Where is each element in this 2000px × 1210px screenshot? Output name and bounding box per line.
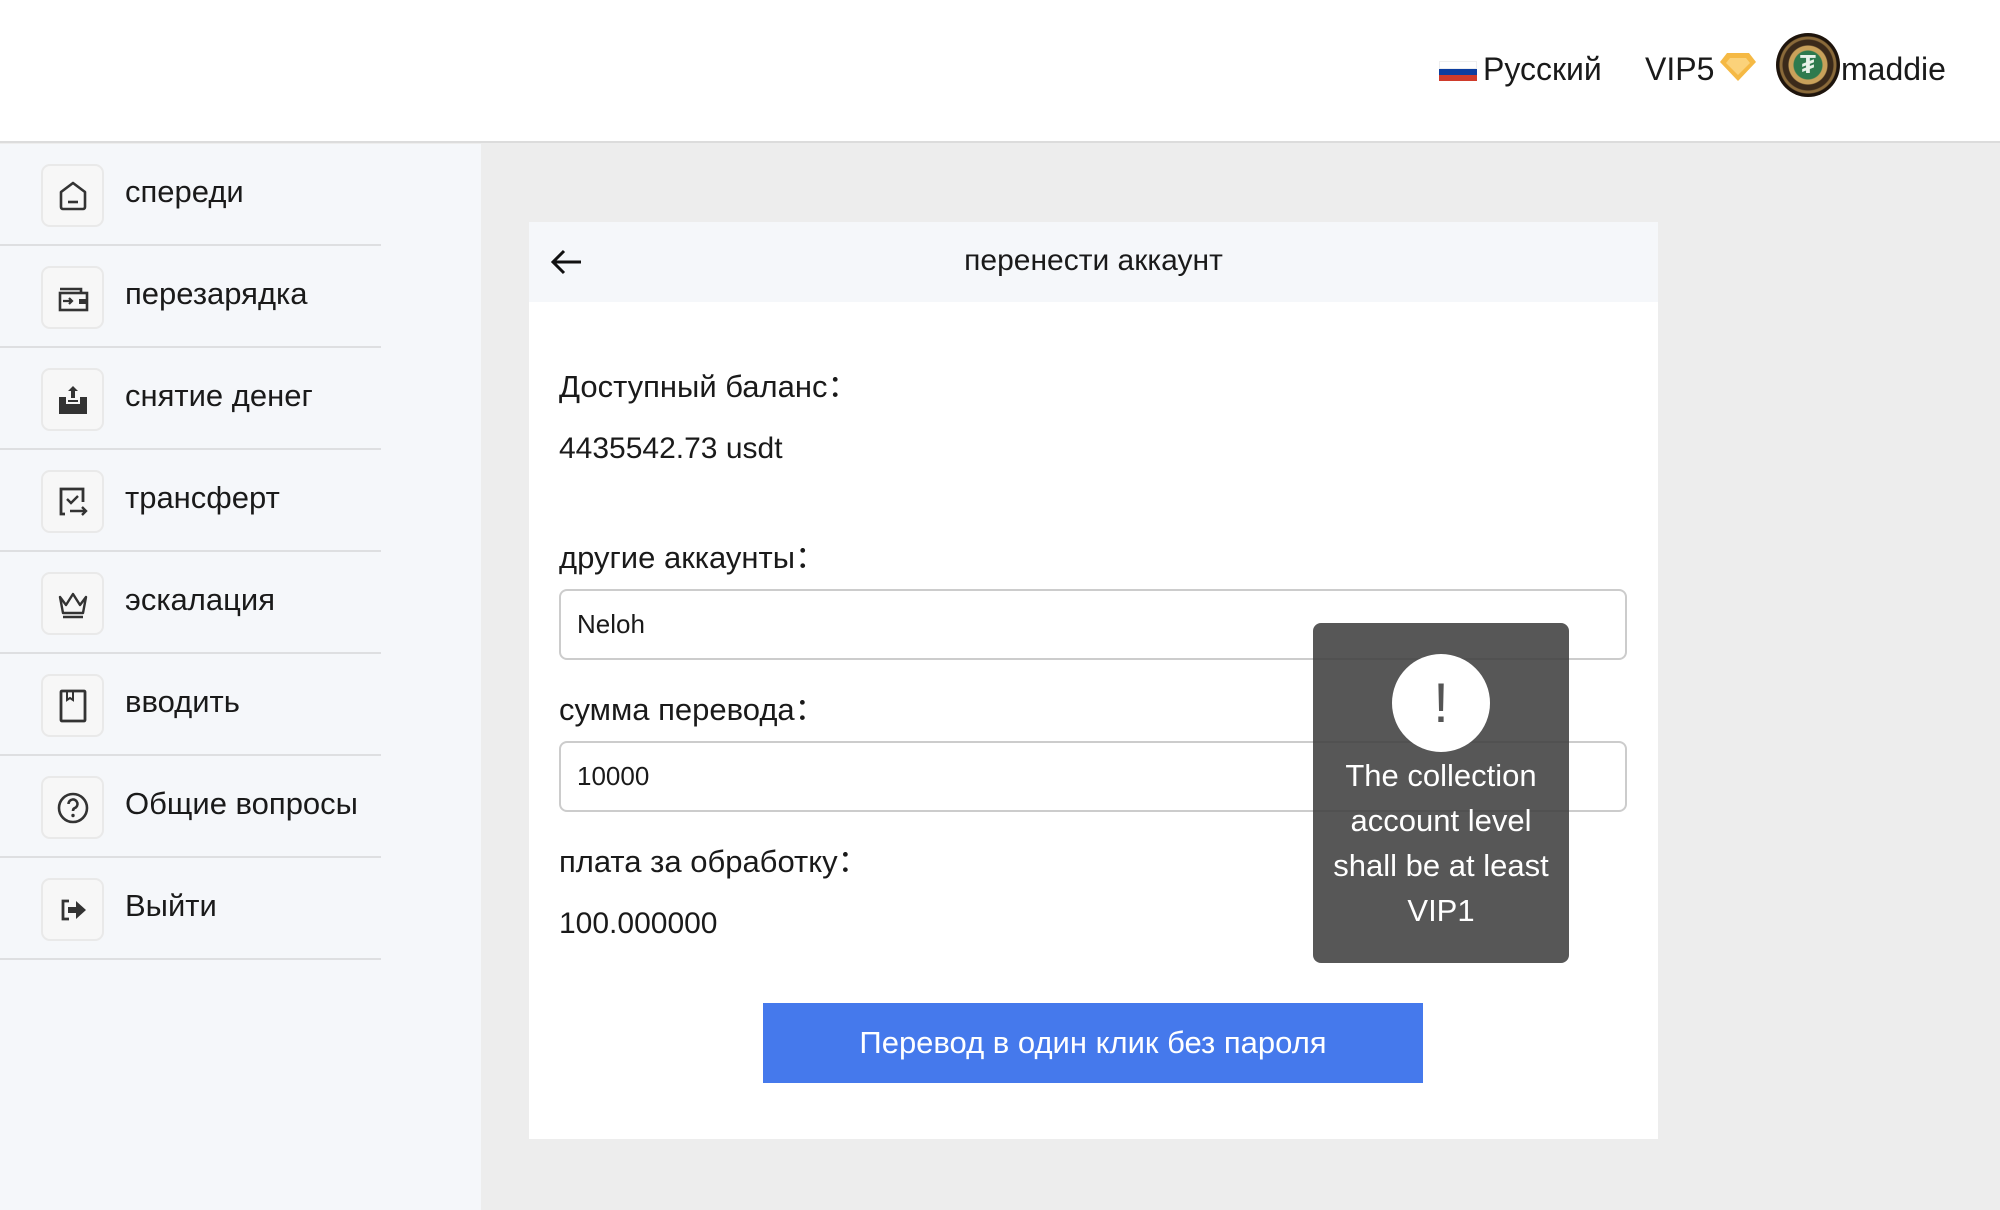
- wallet-recharge-icon: [41, 266, 104, 329]
- fee-value: 100.000000: [559, 907, 718, 940]
- language-label: Русский: [1483, 50, 1602, 87]
- withdraw-upload-icon: [41, 368, 104, 431]
- toast-message: The collection account level shall be at…: [1333, 758, 1549, 928]
- page-title: перенести аккаунт: [964, 244, 1223, 277]
- sidebar-item-label: Выйти: [125, 888, 217, 923]
- amount-label: сумма перевода：: [559, 692, 826, 727]
- sidebar-item-label: Общие вопросы: [125, 786, 358, 821]
- fee-label: плата за обработку：: [559, 844, 869, 879]
- transfer-check-icon: [41, 470, 104, 533]
- russia-flag-icon: [1439, 60, 1477, 82]
- sidebar-item-front[interactable]: спереди: [0, 144, 481, 246]
- exclamation-icon: !: [1392, 654, 1490, 752]
- sidebar-item-logout[interactable]: Выйти: [0, 858, 481, 960]
- card-header: перенести аккаунт: [529, 222, 1658, 302]
- home-icon: [41, 164, 104, 227]
- username[interactable]: maddie: [1841, 44, 1946, 94]
- language-selector[interactable]: Русский: [1439, 44, 1602, 94]
- sidebar-item-label: спереди: [125, 174, 244, 209]
- balance-label: Доступный баланс：: [559, 369, 859, 404]
- balance-value: 4435542.73 usdt: [559, 432, 783, 465]
- account-label: другие аккаунты：: [559, 540, 826, 575]
- sidebar-item-label: вводить: [125, 684, 240, 719]
- top-bar: Русский VIP5 ₮ maddie: [0, 0, 2000, 143]
- vip-badge: VIP5: [1645, 44, 1758, 94]
- vip-level: VIP5: [1645, 50, 1715, 87]
- sidebar-item-deposit[interactable]: вводить: [0, 654, 481, 756]
- sidebar-item-label: эскалация: [125, 582, 275, 617]
- tether-logo-icon: ₮: [1800, 49, 1816, 79]
- sidebar-item-label: перезарядка: [125, 276, 308, 311]
- sidebar-item-recharge[interactable]: перезарядка: [0, 246, 481, 348]
- error-toast: ! The collection account level shall be …: [1313, 623, 1569, 963]
- avatar[interactable]: ₮: [1776, 33, 1840, 97]
- sidebar-item-transfer[interactable]: трансферт: [0, 450, 481, 552]
- sidebar-item-faq[interactable]: Общие вопросы: [0, 756, 481, 858]
- sidebar-item-label: трансферт: [125, 480, 280, 515]
- sidebar-item-label: снятие денег: [125, 378, 313, 413]
- sidebar: спереди перезарядка снятие денег трансфе…: [0, 144, 481, 1210]
- crown-icon: [41, 572, 104, 635]
- logout-icon: [41, 878, 104, 941]
- bookmark-icon: [41, 674, 104, 737]
- transfer-submit-button[interactable]: Перевод в один клик без пароля: [763, 1003, 1423, 1083]
- sidebar-item-escalation[interactable]: эскалация: [0, 552, 481, 654]
- question-circle-icon: [41, 776, 104, 839]
- diamond-icon: [1720, 53, 1757, 81]
- sidebar-item-withdraw[interactable]: снятие денег: [0, 348, 481, 450]
